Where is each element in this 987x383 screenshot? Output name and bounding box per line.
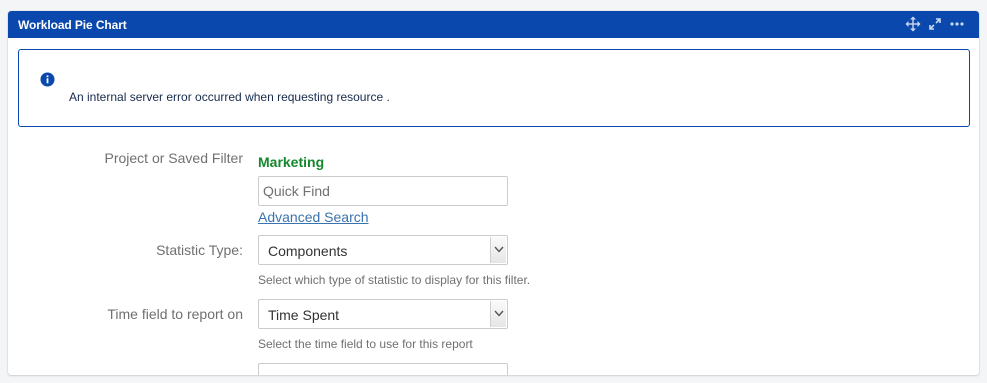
time-field-description: Select the time field to use for this re… bbox=[258, 337, 473, 351]
selected-filter-name: Marketing bbox=[258, 154, 325, 170]
time-field-select[interactable]: Time Spent bbox=[258, 299, 508, 329]
advanced-search-link[interactable]: Advanced Search bbox=[258, 209, 369, 225]
chevron-down-icon bbox=[490, 301, 506, 327]
error-message-text: An internal server error occurred when r… bbox=[69, 90, 390, 104]
gadget-header: Workload Pie Chart bbox=[8, 11, 979, 38]
chevron-down-icon bbox=[490, 237, 506, 263]
workload-pie-chart-gadget: Workload Pie Chart An internal server er… bbox=[8, 11, 979, 375]
gadget-title: Workload Pie Chart bbox=[18, 18, 127, 32]
project-filter-label: Project or Saved Filter bbox=[104, 150, 244, 166]
quick-find-input[interactable] bbox=[258, 176, 508, 206]
statistic-type-select[interactable]: Components bbox=[258, 235, 508, 265]
statistic-type-description: Select which type of statistic to displa… bbox=[258, 273, 531, 287]
time-field-label: Time field to report on bbox=[107, 306, 243, 322]
error-message: An internal server error occurred when r… bbox=[18, 49, 970, 127]
info-icon bbox=[40, 72, 55, 87]
statistic-type-label: Statistic Type: bbox=[156, 242, 243, 258]
expand-icon[interactable] bbox=[927, 16, 943, 32]
time-field-value: Time Spent bbox=[268, 307, 340, 323]
move-icon[interactable] bbox=[905, 16, 921, 32]
more-options-icon[interactable] bbox=[949, 16, 965, 32]
statistic-type-value: Components bbox=[268, 243, 348, 259]
next-form-field[interactable] bbox=[258, 363, 508, 375]
